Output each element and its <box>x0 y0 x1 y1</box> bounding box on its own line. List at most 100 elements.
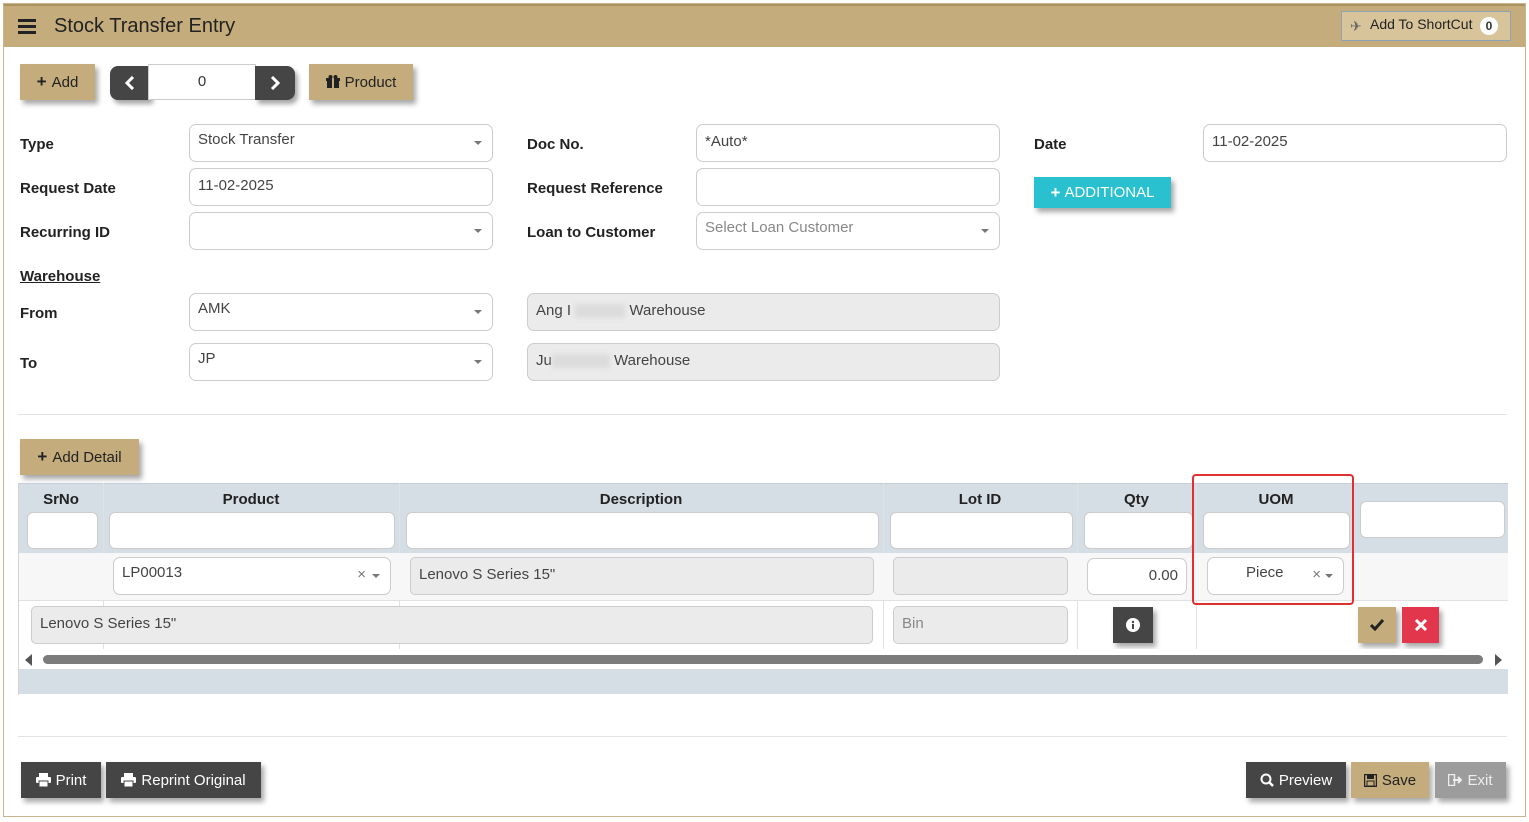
column-header-description[interactable]: Description <box>399 491 883 508</box>
filter-lot-id[interactable] <box>890 512 1073 549</box>
from-warehouse-select[interactable]: AMK <box>189 293 493 331</box>
filter-srno[interactable] <box>27 512 98 549</box>
to-warehouse-name-suffix: Warehouse <box>614 352 691 369</box>
uom-highlight-box <box>1192 474 1354 605</box>
chevron-right-icon <box>270 76 280 90</box>
expanded-description-field: Lenovo S Series 15" <box>31 606 873 644</box>
warehouse-heading: Warehouse <box>20 268 101 285</box>
add-button-label: Add <box>51 73 79 91</box>
column-header-lot-id[interactable]: Lot ID <box>883 491 1077 508</box>
search-icon <box>1260 773 1274 787</box>
check-icon <box>1370 619 1384 631</box>
column-header-srno[interactable]: SrNo <box>19 491 103 508</box>
exit-button[interactable]: Exit <box>1435 762 1506 798</box>
request-reference-field[interactable] <box>696 168 1000 206</box>
date-field[interactable]: 11-02-2025 <box>1203 124 1507 162</box>
page-title: Stock Transfer Entry <box>54 15 236 37</box>
loan-to-customer-label: Loan to Customer <box>527 224 656 241</box>
save-button-label: Save <box>1381 771 1417 789</box>
print-button[interactable]: Print <box>21 762 101 798</box>
filter-actions[interactable] <box>1360 501 1505 538</box>
plus-icon: + <box>37 447 48 466</box>
row-description-value: Lenovo S Series 15" <box>419 566 556 583</box>
reprint-original-label: Reprint Original <box>141 771 246 789</box>
info-button[interactable] <box>1113 607 1153 643</box>
shortcut-count-badge: 0 <box>1480 17 1498 35</box>
previous-record-button[interactable] <box>110 66 150 100</box>
caret-down-icon <box>474 229 482 233</box>
footer-divider <box>18 736 1507 737</box>
add-to-shortcut-button[interactable]: ✈ Add To ShortCut 0 <box>1341 11 1511 41</box>
type-select[interactable]: Stock Transfer <box>189 124 493 162</box>
date-value: 11-02-2025 <box>1212 133 1288 150</box>
request-date-value: 11-02-2025 <box>198 177 274 194</box>
caret-down-icon <box>981 229 989 233</box>
delete-row-button[interactable] <box>1402 607 1439 643</box>
caret-down-icon <box>474 360 482 364</box>
plus-icon: + <box>1050 182 1061 202</box>
section-divider <box>18 414 1507 415</box>
horizontal-scrollbar[interactable] <box>19 649 1508 669</box>
bin-placeholder: Bin <box>902 615 924 632</box>
additional-button-label: ADDITIONAL <box>1064 184 1155 201</box>
caret-down-icon <box>474 310 482 314</box>
preview-button[interactable]: Preview <box>1246 762 1346 798</box>
row-lot-id-field <box>893 557 1068 595</box>
caret-down-icon <box>372 574 380 578</box>
scroll-right-icon[interactable] <box>1495 654 1502 666</box>
column-header-qty[interactable]: Qty <box>1077 491 1196 508</box>
from-label: From <box>20 305 58 322</box>
filter-product[interactable] <box>109 512 395 549</box>
clear-icon[interactable]: × <box>357 566 366 583</box>
redacted-text <box>551 354 610 369</box>
rocket-icon: ✈ <box>1350 18 1362 34</box>
column-header-product[interactable]: Product <box>103 491 399 508</box>
recurring-id-select[interactable] <box>189 212 493 250</box>
next-record-button[interactable] <box>255 66 295 100</box>
to-warehouse-name-prefix: Ju <box>536 352 552 369</box>
add-detail-button[interactable]: + Add Detail <box>20 439 139 475</box>
row-qty-field[interactable]: 0.00 <box>1087 558 1187 595</box>
from-warehouse-name-suffix: Warehouse <box>629 302 706 319</box>
type-label: Type <box>20 136 54 153</box>
record-index-input[interactable]: 0 <box>148 64 256 100</box>
date-label: Date <box>1034 136 1067 153</box>
preview-button-label: Preview <box>1278 771 1333 789</box>
filter-qty[interactable] <box>1084 512 1193 549</box>
row-product-value: LP00013 <box>122 564 183 581</box>
gift-icon <box>325 75 340 89</box>
add-button[interactable]: + Add <box>20 64 95 100</box>
bin-field[interactable]: Bin <box>893 606 1068 644</box>
from-warehouse-code: AMK <box>198 300 231 317</box>
row-product-select[interactable]: LP00013 × <box>113 557 391 595</box>
doc-no-label: Doc No. <box>527 136 584 153</box>
doc-no-field[interactable]: *Auto* <box>696 124 1000 162</box>
request-reference-label: Request Reference <box>527 180 663 197</box>
row-qty-value: 0.00 <box>1148 567 1178 584</box>
request-date-field[interactable]: 11-02-2025 <box>189 168 493 206</box>
product-button[interactable]: Product <box>309 64 413 100</box>
to-warehouse-code: JP <box>198 350 216 367</box>
to-warehouse-select[interactable]: JP <box>189 343 493 381</box>
scrollbar-thumb[interactable] <box>43 655 1483 664</box>
expanded-description-value: Lenovo S Series 15" <box>40 615 177 632</box>
printer-icon <box>35 773 51 787</box>
printer-icon <box>121 773 137 787</box>
type-value: Stock Transfer <box>198 131 295 148</box>
chevron-left-icon <box>125 76 135 90</box>
scroll-left-icon[interactable] <box>25 654 32 666</box>
to-label: To <box>20 355 38 372</box>
additional-button[interactable]: + ADDITIONAL <box>1034 177 1171 208</box>
info-icon <box>1126 618 1140 632</box>
reprint-original-button[interactable]: Reprint Original <box>106 762 261 798</box>
filter-description[interactable] <box>406 512 879 549</box>
title-bar: Stock Transfer Entry ✈ Add To ShortCut 0 <box>4 4 1525 47</box>
menu-icon[interactable] <box>18 19 36 34</box>
loan-customer-select[interactable]: Select Loan Customer <box>696 212 1000 250</box>
sign-out-icon <box>1448 774 1463 786</box>
close-icon <box>1414 619 1427 631</box>
grid-footer <box>19 669 1508 694</box>
save-button[interactable]: Save <box>1351 762 1429 798</box>
confirm-row-button[interactable] <box>1358 607 1396 643</box>
recurring-id-label: Recurring ID <box>20 224 111 241</box>
